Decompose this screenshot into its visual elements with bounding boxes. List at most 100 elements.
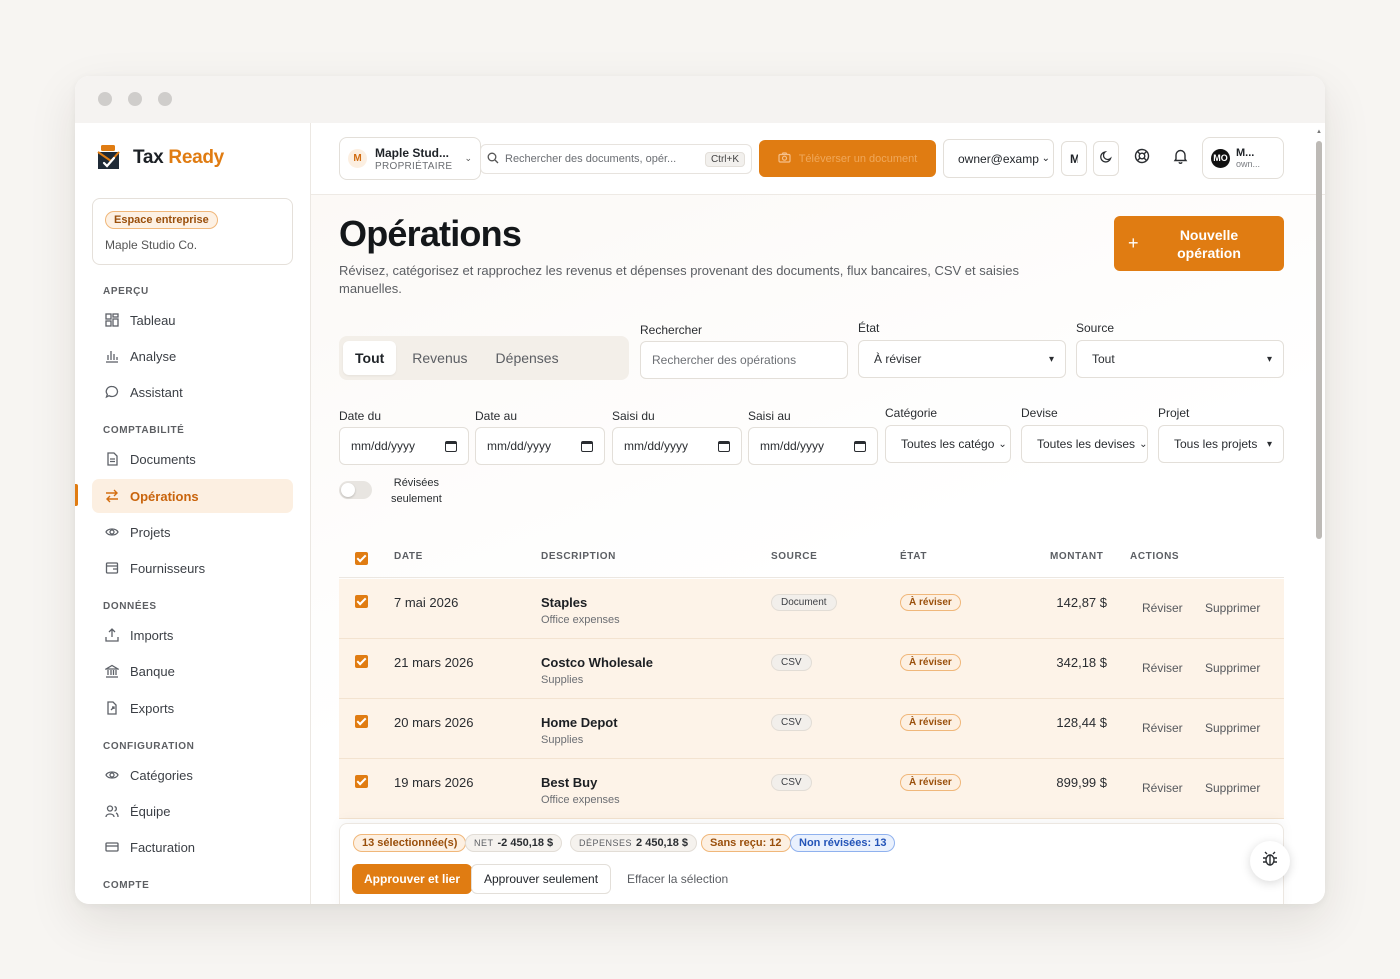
theme-toggle-button[interactable]: [1093, 141, 1119, 176]
workspace-name: Maple Studio Co.: [105, 238, 198, 252]
global-search[interactable]: Rechercher des documents, opér... Ctrl+K: [480, 144, 752, 174]
state-select[interactable]: À réviser ▾: [858, 340, 1066, 378]
debug-button[interactable]: [1250, 841, 1290, 881]
delete-button[interactable]: Supprimer: [1205, 721, 1260, 735]
row-date: 19 mars 2026: [394, 775, 474, 790]
sidebar-item-tableau[interactable]: Tableau: [92, 303, 293, 337]
bell-icon: [1173, 148, 1188, 169]
tab-tout[interactable]: Tout: [343, 341, 397, 375]
row-checkbox[interactable]: [355, 595, 368, 608]
sidebar-item-label: Tableau: [130, 312, 176, 328]
delete-button[interactable]: Supprimer: [1205, 661, 1260, 675]
language-select[interactable]: M: [1061, 141, 1087, 176]
calendar-icon[interactable]: [718, 440, 730, 452]
sidebar-item-analyse[interactable]: Analyse: [92, 339, 293, 373]
sidebar-item-facturation[interactable]: Facturation: [92, 830, 293, 864]
sidebar-item-projets[interactable]: Projets: [92, 515, 293, 549]
column-date[interactable]: DATE: [394, 551, 423, 562]
org-avatar: M: [348, 149, 367, 168]
table-row[interactable]: 21 mars 2026 Costco Wholesale Supplies C…: [339, 639, 1284, 699]
account-email-select[interactable]: owner@examp ⌄: [943, 139, 1054, 178]
help-button[interactable]: [1131, 147, 1153, 169]
category-select[interactable]: Toutes les catégo ⌄: [885, 425, 1011, 463]
column-description[interactable]: DESCRIPTION: [541, 551, 616, 562]
scrollbar-thumb[interactable]: [1316, 141, 1322, 539]
tab-revenus[interactable]: Revenus: [400, 341, 479, 375]
tab-depenses[interactable]: Dépenses: [484, 341, 571, 375]
reviewed-only-toggle[interactable]: [339, 481, 372, 499]
date-from-label: Date du: [339, 409, 382, 423]
operations-search-input[interactable]: Rechercher des opérations: [640, 341, 848, 379]
app-window: Tax Ready Espace entreprise Maple Studio…: [75, 76, 1325, 904]
sidebar-item-categories[interactable]: Catégories: [92, 758, 293, 792]
column-state[interactable]: ÉTAT: [900, 551, 927, 562]
clear-selection-button[interactable]: Effacer la sélection: [627, 872, 728, 886]
chevron-down-icon: ⌄: [998, 438, 1007, 450]
sidebar-item-documents[interactable]: Documents: [92, 442, 293, 476]
row-checkbox[interactable]: [355, 715, 368, 728]
sidebar-item-label: Analyse: [130, 348, 177, 364]
approve-and-link-button[interactable]: Approuver et lier: [352, 864, 473, 894]
sidebar-item-banque[interactable]: Banque: [92, 654, 293, 688]
review-button[interactable]: Réviser: [1142, 661, 1183, 675]
new-operation-button[interactable]: + Nouvelle opération: [1114, 216, 1284, 271]
scroll-up-icon[interactable]: ▲: [1316, 129, 1322, 135]
window-close-dot[interactable]: [98, 92, 112, 106]
currency-select[interactable]: Toutes les devises ⌄: [1021, 425, 1148, 463]
delete-button[interactable]: Supprimer: [1205, 781, 1260, 795]
chat-bubble-icon: [104, 384, 120, 400]
organization-switcher[interactable]: M Maple Stud... PROPRIÉTAIRE ⌄: [339, 137, 481, 180]
review-button[interactable]: Réviser: [1142, 721, 1183, 735]
card-icon: [104, 839, 120, 855]
table-header: DATE DESCRIPTION SOURCE ÉTAT MONTANT ACT…: [339, 536, 1284, 578]
sidebar-item-label: Fournisseurs: [130, 560, 206, 576]
column-source[interactable]: SOURCE: [771, 551, 817, 562]
sidebar-item-operations[interactable]: Opérations: [92, 479, 293, 513]
window-zoom-dot[interactable]: [158, 92, 172, 106]
export-icon: [104, 700, 120, 716]
sidebar-item-exports[interactable]: Exports: [92, 691, 293, 725]
page-scrollbar[interactable]: ▲ ▼: [1315, 129, 1323, 904]
column-amount[interactable]: MONTANT: [1050, 551, 1103, 562]
status-badge: À réviser: [900, 774, 961, 791]
sidebar-item-imports[interactable]: Imports: [92, 618, 293, 652]
state-filter-label: État: [858, 321, 880, 335]
logo-icon: [95, 143, 125, 173]
notifications-button[interactable]: [1169, 147, 1191, 169]
delete-button[interactable]: Supprimer: [1205, 601, 1260, 615]
sidebar-item-fournisseurs[interactable]: Fournisseurs: [92, 551, 293, 585]
calendar-icon[interactable]: [445, 440, 457, 452]
date-to-input[interactable]: mm/dd/yyyy: [475, 427, 605, 465]
select-all-checkbox[interactable]: [355, 552, 368, 565]
sidebar-item-assistant[interactable]: Assistant: [92, 375, 293, 409]
user-menu[interactable]: MO M... own...: [1202, 137, 1284, 179]
source-select[interactable]: Tout ▾: [1076, 340, 1284, 378]
table-row[interactable]: 20 mars 2026 Home Depot Supplies CSV À r…: [339, 699, 1284, 759]
row-checkbox[interactable]: [355, 655, 368, 668]
source-filter-label: Source: [1076, 321, 1115, 335]
app-logo[interactable]: Tax Ready: [95, 143, 224, 173]
approve-only-button[interactable]: Approuver seulement: [471, 864, 612, 894]
row-checkbox[interactable]: [355, 775, 368, 788]
arrows-swap-icon: [104, 488, 120, 504]
upload-document-button[interactable]: Téléverser un document: [759, 140, 936, 177]
review-button[interactable]: Réviser: [1142, 781, 1183, 795]
table-row[interactable]: 19 mars 2026 Best Buy Office expenses CS…: [339, 759, 1284, 819]
entered-to-input[interactable]: mm/dd/yyyy: [748, 427, 878, 465]
row-category: Supplies: [541, 734, 584, 746]
entered-from-input[interactable]: mm/dd/yyyy: [612, 427, 742, 465]
sidebar-item-equipe[interactable]: Équipe: [92, 794, 293, 828]
unreviewed-badge: Non révisées: 13: [790, 834, 896, 852]
project-select[interactable]: Tous les projets ▾: [1158, 425, 1284, 463]
active-indicator: [75, 484, 78, 506]
table-row[interactable]: 7 mai 2026 Staples Office expenses Docum…: [339, 579, 1284, 639]
date-from-input[interactable]: mm/dd/yyyy: [339, 427, 469, 465]
source-badge: CSV: [771, 774, 812, 791]
workspace-card[interactable]: Espace entreprise Maple Studio Co.: [92, 198, 293, 265]
calendar-icon[interactable]: [581, 440, 593, 452]
plus-icon: +: [1128, 233, 1139, 253]
review-button[interactable]: Réviser: [1142, 601, 1183, 615]
window-minimize-dot[interactable]: [128, 92, 142, 106]
calendar-icon[interactable]: [854, 440, 866, 452]
section-configuration: CONFIGURATION: [103, 741, 195, 752]
